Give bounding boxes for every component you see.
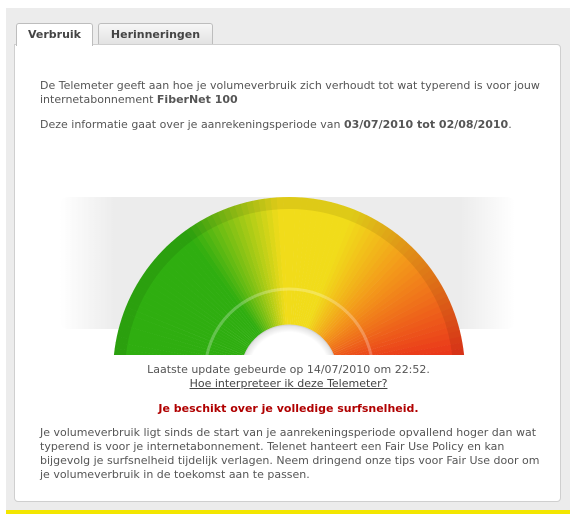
help-link[interactable]: Hoe interpreteer ik deze Telemeter? [190,377,388,390]
tab-verbruik-label: Verbruik [27,28,81,41]
telemeter-gauge-graphic [60,197,515,528]
period-text-end: . [508,118,512,131]
window: Verbruik Herinneringen De Telemeter geef… [0,0,572,528]
period-text: Deze informatie gaat over je aanrekening… [40,118,540,132]
tab-herinneringen[interactable]: Herinneringen [98,23,213,45]
period-range: 03/07/2010 tot 02/08/2010 [343,118,509,131]
status-message: Je beschikt over je volledige surfsnelhe… [158,402,419,415]
update-info: Laatste update gebeurde op 14/07/2010 om… [15,363,562,391]
advice-text: Je volumeverbruik ligt sinds de start va… [40,426,540,481]
telemeter-gauge [60,195,515,528]
content-panel: De Telemeter geeft aan hoe je volumeverb… [14,44,562,528]
period-text-body: Deze informatie gaat over je aanrekening… [40,118,344,131]
tab-herinneringen-label: Herinneringen [110,28,201,41]
tab-verbruik[interactable]: Verbruik [16,23,93,46]
plan-name: FiberNet 100 [156,93,238,106]
intro-text-body: De Telemeter geeft aan hoe je volumeverb… [40,79,540,106]
last-update-text: Laatste update gebeurde op 14/07/2010 om… [147,363,430,376]
intro-text: De Telemeter geeft aan hoe je volumeverb… [40,79,540,107]
